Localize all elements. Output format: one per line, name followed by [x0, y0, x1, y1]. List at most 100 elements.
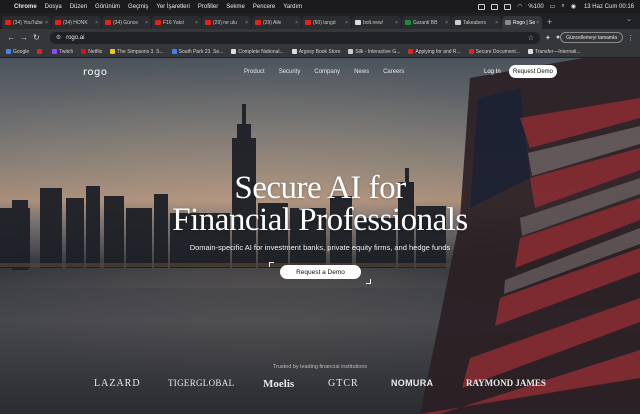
browser-tab[interactable]: (60) langd ×	[302, 16, 351, 29]
bookmark-favicon-icon	[81, 49, 87, 54]
bookmark-item[interactable]: Google	[6, 49, 29, 55]
bookmark-item[interactable]: Netflix	[81, 49, 102, 55]
rogo-logo[interactable]: rogo	[83, 67, 107, 78]
bookmark-item[interactable]: Applying for and R...	[408, 49, 461, 55]
menu-edit[interactable]: Düzen	[70, 4, 87, 10]
close-tab-icon[interactable]: ×	[395, 20, 398, 26]
bookmark-item[interactable]: Secure Document...	[468, 49, 520, 55]
search-icon[interactable]: ⌕	[561, 3, 564, 10]
address-url[interactable]: rogo.ai	[66, 35, 84, 41]
browser-tab[interactable]: (34) Günce ×	[102, 16, 151, 29]
browser-tab[interactable]: bolt.new/×	[352, 16, 401, 29]
tab-favicon-icon	[105, 20, 111, 25]
bookmark-item[interactable]: South Park 23. Se...	[171, 49, 223, 55]
site-info-icon[interactable]: ⚙	[56, 34, 61, 41]
bookmark-favicon-icon	[231, 49, 237, 54]
bookmark-item[interactable]: Complete National...	[231, 49, 284, 55]
browser-tab[interactable]: (29) Aile ×	[252, 16, 301, 29]
browser-tab-active[interactable]: Rogo | Sec×	[502, 16, 542, 29]
reload-icon[interactable]: ↻	[31, 33, 42, 42]
nav-company[interactable]: Company	[314, 69, 340, 75]
menu-profiles[interactable]: Profiller	[198, 4, 218, 10]
close-tab-icon[interactable]: ×	[495, 20, 498, 26]
bookmark-favicon-icon	[291, 49, 297, 54]
close-tab-icon[interactable]: ×	[245, 20, 248, 26]
login-link[interactable]: Log In	[484, 69, 501, 75]
control-center-icon[interactable]: ◉	[571, 3, 576, 10]
bookmark-item[interactable]: Transfer—Internati...	[527, 49, 581, 55]
request-demo-button[interactable]: Request Demo	[509, 65, 557, 78]
bookmark-favicon-icon	[408, 49, 414, 54]
bookmark-item[interactable]: The Simpsons 3. S...	[110, 49, 164, 55]
bookmark-favicon-icon	[468, 49, 474, 54]
close-tab-icon[interactable]: ×	[536, 20, 539, 26]
back-icon[interactable]: ←	[6, 33, 17, 42]
battery-icon[interactable]: ▭	[550, 3, 556, 10]
bookmark-star-icon[interactable]: ☆	[528, 34, 534, 42]
tab-favicon-icon	[255, 20, 261, 25]
address-bar[interactable]: ⚙ rogo.ai ☆	[49, 31, 541, 44]
hero-section: rogo Product Security Company News Caree…	[0, 58, 640, 414]
menu-view[interactable]: Görünüm	[95, 4, 120, 10]
client-logos: LAZARD TIGERGLOBAL Moelis GTCR NOMURA RA…	[0, 378, 640, 394]
tab-favicon-icon	[355, 20, 361, 25]
bookmark-item[interactable]: Twitch	[52, 49, 73, 55]
nav-news[interactable]: News	[354, 69, 369, 75]
nav-product[interactable]: Product	[244, 69, 265, 75]
status-app-icon[interactable]	[478, 3, 486, 10]
bookmark-favicon-icon	[171, 49, 177, 54]
menubar-clock[interactable]: 13 Haz Cum 00:16	[584, 4, 634, 10]
bookmark-item[interactable]: Argosy Book Store	[291, 49, 340, 55]
close-tab-icon[interactable]: ×	[445, 20, 448, 26]
more-options-icon[interactable]: ⋮	[627, 34, 634, 42]
browser-tab[interactable]: (34) HONK ×	[52, 16, 101, 29]
tab-search-icon[interactable]: ⌄	[624, 15, 634, 25]
menu-history[interactable]: Geçmiş	[128, 4, 148, 10]
bookmark-favicon-icon	[110, 49, 116, 54]
close-tab-icon[interactable]: ×	[95, 20, 98, 26]
browser-toolbar: ← → ↻ ⚙ rogo.ai ☆ ✦ ● Güncellemeyi tamam…	[0, 29, 640, 46]
close-tab-icon[interactable]: ×	[295, 20, 298, 26]
trusted-by-label: Trusted by leading financial institution…	[272, 364, 368, 370]
bookmark-favicon-icon	[52, 49, 58, 54]
status-app-icon[interactable]	[504, 3, 512, 10]
request-a-demo-button[interactable]: Request a Demo	[280, 265, 361, 279]
nav-security[interactable]: Security	[279, 69, 301, 75]
nav-careers[interactable]: Careers	[383, 69, 404, 75]
tab-favicon-icon	[5, 20, 11, 25]
menu-app-name[interactable]: Chrome	[14, 4, 37, 10]
wifi-icon[interactable]: ◠	[517, 3, 522, 10]
tab-favicon-icon	[305, 20, 311, 25]
cta-frame: Request a Demo	[269, 262, 371, 284]
browser-tab[interactable]: (34) YouTube ×	[2, 16, 51, 29]
hero-subheadline: Domain-specific AI for investment banks,…	[189, 243, 451, 252]
close-tab-icon[interactable]: ×	[195, 20, 198, 26]
menu-window[interactable]: Pencere	[253, 4, 275, 10]
browser-tab[interactable]: F16 Yakıt ×	[152, 16, 201, 29]
moelis-logo: Moelis	[263, 378, 295, 390]
bookmark-item[interactable]	[37, 49, 44, 54]
site-nav: Product Security Company News Careers	[244, 69, 404, 75]
hero-headline-line-2: Financial Professionals	[172, 202, 468, 238]
close-tab-icon[interactable]: ×	[345, 20, 348, 26]
tab-favicon-icon	[455, 20, 461, 25]
new-tab-button[interactable]: +	[547, 16, 552, 29]
browser-tab[interactable]: (29) ne ulu ×	[202, 16, 251, 29]
close-tab-icon[interactable]: ×	[45, 20, 48, 26]
complete-update-button[interactable]: Güncellemeyi tamamla	[560, 32, 623, 43]
menu-help[interactable]: Yardım	[283, 4, 302, 10]
forward-icon[interactable]: →	[19, 33, 30, 42]
status-app-icon[interactable]	[491, 3, 499, 10]
battery-percent: %100	[528, 3, 544, 10]
close-tab-icon[interactable]: ×	[145, 20, 148, 26]
extension-icon[interactable]: ✦	[545, 34, 551, 42]
bookmark-favicon-icon	[37, 49, 43, 54]
browser-tab[interactable]: Garanti BB ×	[402, 16, 451, 29]
menu-file[interactable]: Dosya	[45, 4, 62, 10]
nomura-logo: NOMURA	[391, 378, 434, 388]
bookmark-item[interactable]: Silk - Interactive G...	[348, 49, 400, 55]
browser-tab[interactable]: Takeabers ×	[452, 16, 501, 29]
gtcr-logo: GTCR	[328, 378, 359, 389]
menu-tab[interactable]: Sekme	[226, 4, 245, 10]
menu-bookmarks[interactable]: Yer İşaretleri	[156, 4, 189, 10]
